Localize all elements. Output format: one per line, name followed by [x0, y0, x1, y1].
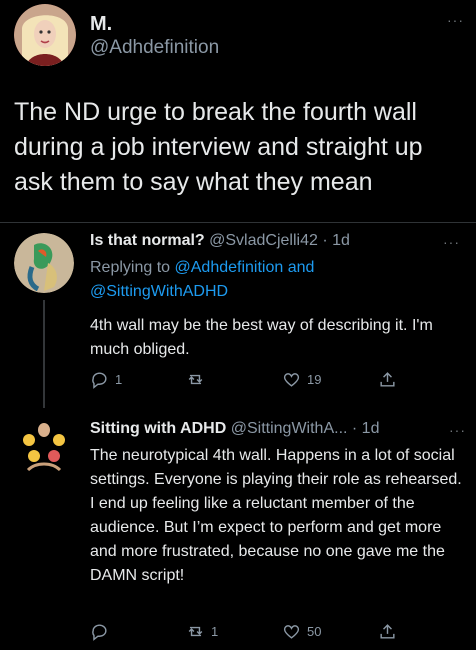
replying-to: Replying to @Adhdefinition and @SittingW… — [90, 256, 420, 304]
reply-avatar[interactable] — [14, 418, 74, 478]
reply-text: 4th wall may be the best way of describi… — [90, 317, 433, 358]
share-icon — [380, 372, 395, 387]
like-button[interactable]: 50 — [282, 622, 321, 641]
reply-avatar-art — [14, 418, 74, 478]
more-options-icon[interactable]: ··· — [443, 234, 460, 250]
reply-time[interactable]: · 1d — [322, 232, 350, 249]
divider — [0, 222, 476, 223]
share-icon — [380, 624, 395, 639]
author-avatar-art — [14, 4, 76, 66]
reply-time[interactable]: · 1d — [352, 420, 380, 437]
retweet-button[interactable] — [186, 370, 211, 389]
reply-icon — [92, 624, 107, 641]
more-options-icon[interactable]: ··· — [447, 12, 464, 28]
reply-author-handle[interactable]: @SittingWithA... — [231, 420, 348, 437]
like-icon — [283, 373, 300, 387]
reply-actions: 1 19 — [90, 370, 430, 392]
reply-actions: 1 50 — [90, 622, 430, 644]
replying-to-handle[interactable]: @Adhdefinition — [175, 259, 284, 276]
retweet-icon — [188, 626, 203, 637]
replying-to-and: and — [287, 259, 315, 276]
like-count: 19 — [307, 372, 322, 387]
reply-author-handle[interactable]: @SvladCjelli42 — [209, 232, 318, 249]
retweet-button[interactable]: 1 — [186, 622, 218, 641]
reply-author-name[interactable]: Is that normal? — [90, 232, 205, 249]
reply-header: Sitting with ADHD @SittingWithA... · 1d — [90, 420, 430, 438]
replying-to-label: Replying to — [90, 259, 171, 276]
reply-icon — [92, 372, 107, 389]
like-icon — [283, 625, 300, 639]
retweet-icon — [188, 374, 203, 385]
tweet-text: The ND urge to break the fourth wall dur… — [14, 98, 423, 196]
reply-author-name[interactable]: Sitting with ADHD — [90, 420, 226, 437]
reply-button[interactable]: 1 — [90, 370, 122, 389]
author-handle[interactable]: @Adhdefinition — [90, 37, 219, 59]
retweet-count: 1 — [211, 624, 219, 639]
share-button[interactable] — [378, 622, 397, 641]
reply-count: 1 — [115, 372, 123, 387]
replying-to-handle[interactable]: @SittingWithADHD — [90, 283, 228, 300]
thread-line — [43, 300, 45, 408]
author-avatar[interactable] — [14, 4, 76, 66]
reply-button[interactable] — [90, 622, 115, 641]
reply-header: Is that normal? @SvladCjelli42 · 1d — [90, 232, 430, 250]
reply-avatar-art — [14, 233, 74, 293]
more-options-icon[interactable]: ··· — [449, 422, 466, 438]
reply-avatar[interactable] — [14, 233, 74, 293]
author-name[interactable]: M. — [90, 13, 112, 36]
like-count: 50 — [307, 624, 322, 639]
reply-text: The neurotypical 4th wall. Happens in a … — [90, 447, 462, 584]
share-button[interactable] — [378, 370, 397, 389]
like-button[interactable]: 19 — [282, 370, 321, 389]
